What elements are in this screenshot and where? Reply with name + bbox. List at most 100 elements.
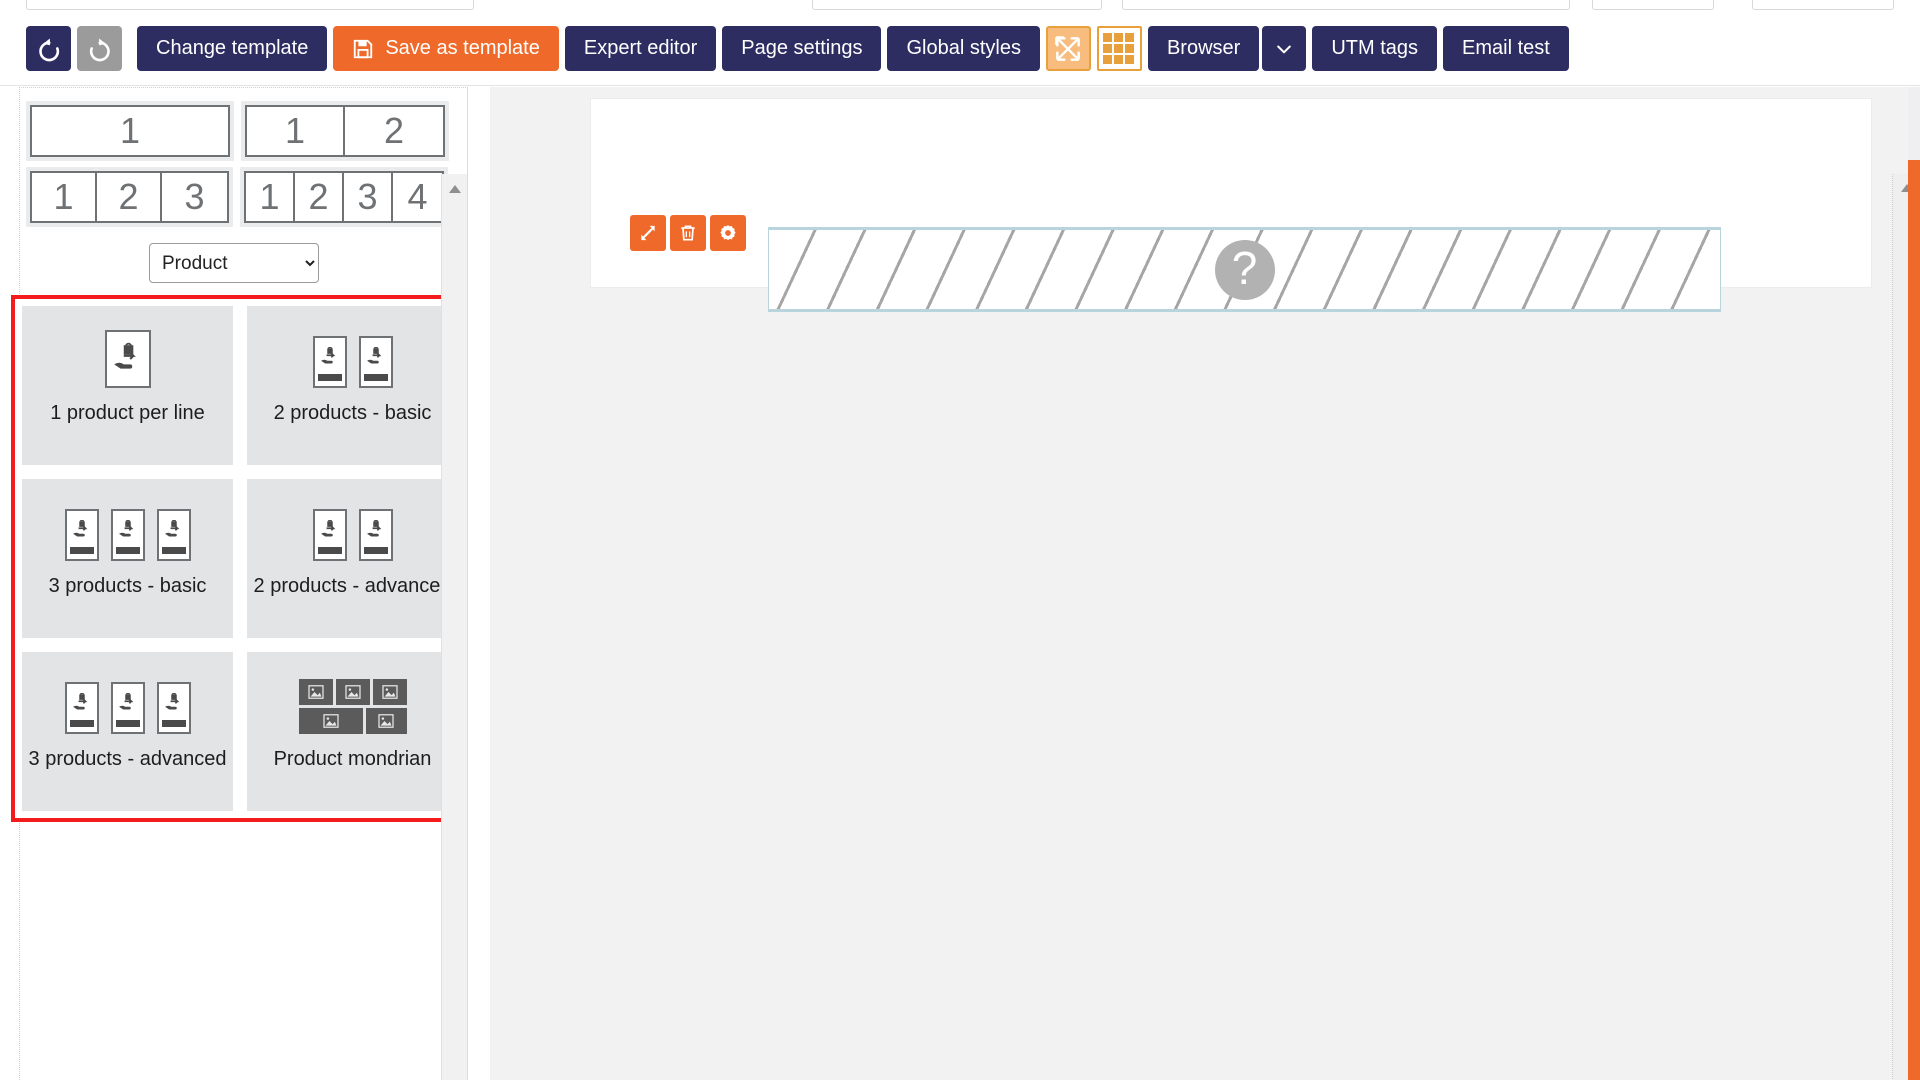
- product-card-bar: [161, 719, 186, 727]
- email-test-button[interactable]: Email test: [1443, 26, 1569, 71]
- redo-button[interactable]: [77, 26, 122, 71]
- product-blocks-panel-highlight: 1 product per line 2 products - basic 3 …: [11, 295, 467, 822]
- block-label: 2 products - advanced: [253, 575, 452, 597]
- browser-button[interactable]: Browser: [1147, 26, 1260, 71]
- page-scrollbar-thumb[interactable]: [1908, 160, 1920, 1080]
- email-template-editor: Change template Save as template Expert …: [0, 0, 1920, 1080]
- block-category-select[interactable]: Product: [149, 243, 319, 283]
- product-card-icon: [358, 336, 393, 388]
- block-product-mondrian[interactable]: Product mondrian: [247, 652, 458, 811]
- browser-dropdown-button[interactable]: [1262, 26, 1307, 71]
- column-layout-4[interactable]: 1 2 3 4: [240, 167, 448, 227]
- product-card-icon: [64, 682, 99, 734]
- block-icon-group: [298, 676, 407, 734]
- template-canvas: ?: [490, 87, 1920, 1080]
- block-label: 2 products - basic: [273, 402, 432, 424]
- product-card-bar: [115, 719, 140, 727]
- cut-off-field-4: [1592, 0, 1714, 10]
- editor-toolbar: Change template Save as template Expert …: [0, 12, 1920, 86]
- browser-split-button: Browser: [1147, 26, 1307, 71]
- product-card-bar: [69, 719, 94, 727]
- block-icon-group: [64, 676, 191, 734]
- expert-editor-button[interactable]: Expert editor: [564, 26, 717, 71]
- block-action-toolbar: [630, 215, 746, 251]
- cut-off-field-3: [1122, 0, 1570, 10]
- resize-arrows-icon: [641, 225, 655, 241]
- product-in-hand-glyph: [164, 519, 179, 536]
- mondrian-cell: [335, 679, 370, 705]
- save-as-template-label: Save as template: [385, 37, 540, 59]
- product-card-icon: [110, 682, 145, 734]
- sidebar-scrollbar[interactable]: [441, 174, 467, 1080]
- layout-cell: 1: [246, 173, 295, 221]
- product-card-icon: [312, 509, 347, 561]
- column-layout-1[interactable]: 1: [26, 101, 234, 161]
- product-in-hand-glyph: [72, 519, 87, 536]
- block-delete-button[interactable]: [670, 215, 706, 251]
- product-card-bar: [317, 546, 342, 554]
- block-icon-group: [104, 330, 151, 388]
- empty-content-placeholder[interactable]: ?: [768, 227, 1721, 312]
- product-in-hand-glyph: [320, 519, 335, 536]
- undo-icon: [38, 37, 59, 61]
- fullscreen-icon: [1055, 35, 1081, 61]
- change-template-button[interactable]: Change template: [137, 26, 328, 71]
- block-label: 3 products - advanced: [28, 748, 227, 770]
- product-card-icon: [64, 509, 99, 561]
- grid-view-button[interactable]: [1096, 26, 1142, 71]
- trash-icon: [681, 225, 695, 241]
- product-in-hand-glyph: [366, 346, 381, 363]
- grid-icon: [1103, 32, 1135, 64]
- scroll-up-icon[interactable]: [449, 185, 461, 193]
- block-3-products-basic[interactable]: 3 products - basic: [22, 479, 233, 638]
- layout-cell: 2: [383, 110, 405, 151]
- block-label: Product mondrian: [273, 748, 432, 770]
- product-in-hand-glyph: [72, 692, 87, 709]
- floppy-disk-icon: [354, 39, 373, 58]
- block-settings-button[interactable]: [710, 215, 746, 251]
- block-move-button[interactable]: [630, 215, 666, 251]
- image-placeholder-icon: [378, 714, 394, 728]
- blocks-sidebar: 1 1 2 1 2 3 1 2 3 4 Product 1 product pe…: [0, 87, 468, 1080]
- redo-icon: [89, 37, 110, 61]
- layout-cell: 1: [119, 110, 141, 151]
- image-placeholder-icon: [322, 714, 339, 728]
- cut-off-field-2: [812, 0, 1102, 10]
- layout-cell: 1: [247, 107, 345, 155]
- column-layout-2[interactable]: 1 2: [241, 101, 449, 161]
- column-layout-chooser: 1 1 2 1 2 3 1 2 3 4: [0, 87, 467, 227]
- cut-off-field-5: [1752, 0, 1894, 10]
- block-label: 3 products - basic: [48, 575, 207, 597]
- product-card-icon: [312, 336, 347, 388]
- fullscreen-button[interactable]: [1045, 26, 1091, 71]
- product-card-large-icon: [104, 330, 151, 388]
- page-settings-button[interactable]: Page settings: [722, 26, 882, 71]
- product-in-hand-glyph: [164, 692, 179, 709]
- layout-cell: 4: [407, 176, 428, 217]
- mondrian-cell: [298, 708, 363, 734]
- block-1-product-per-line[interactable]: 1 product per line: [22, 306, 233, 465]
- page-scrollbar[interactable]: [1908, 87, 1920, 1080]
- product-card-icon: [156, 509, 191, 561]
- image-placeholder-icon: [344, 685, 361, 699]
- block-2-products-advanced[interactable]: 2 products - advanced: [247, 479, 458, 638]
- undo-button[interactable]: [26, 26, 71, 71]
- product-in-hand-glyph: [118, 519, 133, 536]
- product-card-icon: [358, 509, 393, 561]
- column-layout-3[interactable]: 1 2 3: [26, 167, 233, 227]
- utm-tags-button[interactable]: UTM tags: [1312, 26, 1437, 71]
- block-2-products-basic[interactable]: 2 products - basic: [247, 306, 458, 465]
- product-in-hand-glyph: [320, 346, 335, 363]
- block-3-products-advanced[interactable]: 3 products - advanced: [22, 652, 233, 811]
- product-card-bar: [115, 546, 140, 554]
- image-placeholder-icon: [307, 685, 324, 699]
- layout-cell: 3: [344, 173, 393, 221]
- mondrian-cell: [372, 679, 407, 705]
- chevron-down-icon: [1277, 45, 1292, 53]
- global-styles-button[interactable]: Global styles: [887, 26, 1040, 71]
- cut-off-top-controls: [0, 0, 1920, 12]
- layout-cell: 1: [32, 173, 97, 221]
- mondrian-grid-icon: [298, 679, 407, 734]
- save-as-template-button[interactable]: Save as template: [333, 26, 559, 71]
- product-card-icon: [156, 682, 191, 734]
